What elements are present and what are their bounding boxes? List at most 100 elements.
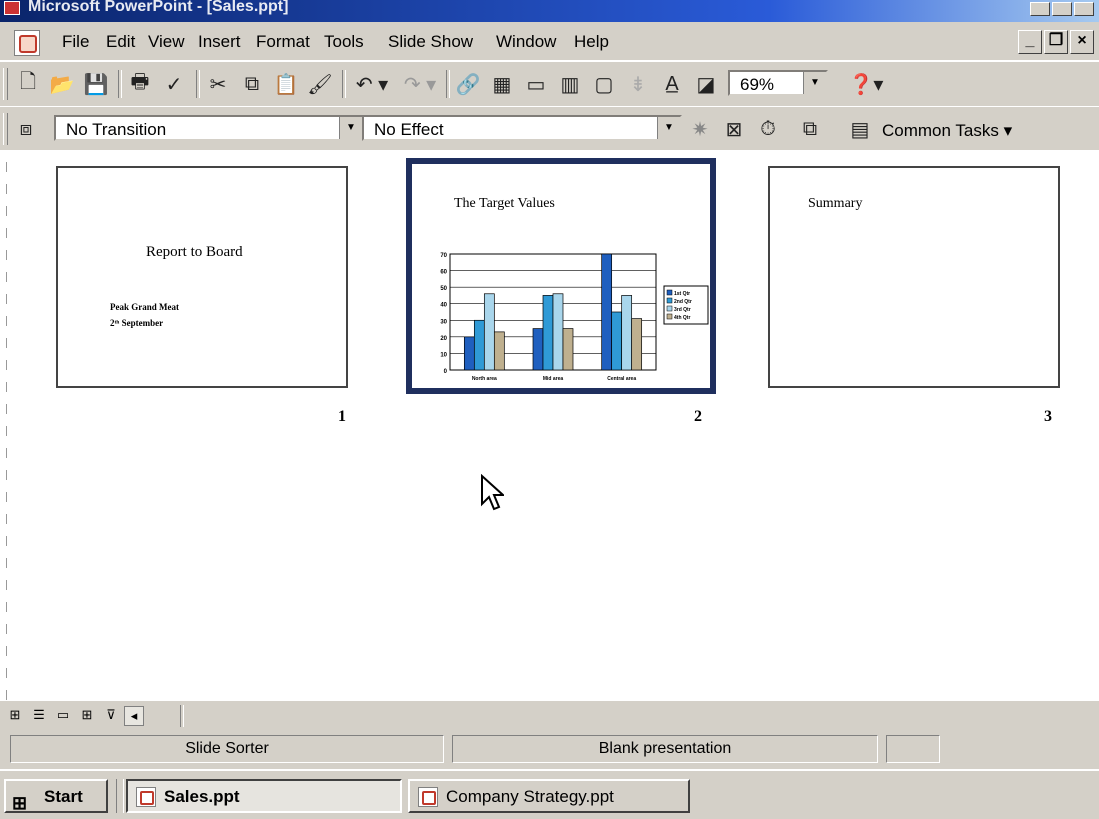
ruler-tick (6, 580, 10, 590)
menu-file[interactable]: File (62, 32, 89, 52)
new-icon[interactable]: 🗋 (14, 70, 42, 98)
grayscale-preview-icon[interactable]: ◪ (692, 70, 720, 98)
chart-y-tick-label: 30 (440, 319, 447, 325)
toolbar-grip[interactable] (3, 113, 8, 145)
target-values-chart: 0 10 20 30 40 50 60 70 North area Mid area Central… (440, 253, 709, 382)
rehearse-timings-icon[interactable]: ⏱ (754, 115, 782, 143)
doc-close-button[interactable]: × (1070, 30, 1094, 54)
summary-slide-icon[interactable]: ⧉ (796, 115, 824, 143)
copy-icon[interactable]: ⧉ (238, 70, 266, 98)
ruler-tick (6, 360, 10, 370)
ruler-tick (6, 184, 10, 194)
slide-transition-icon[interactable]: ⧈ (12, 115, 40, 143)
doc-minimize-button[interactable]: _ (1018, 30, 1042, 54)
menu-insert[interactable]: Insert (198, 32, 241, 52)
doc-restore-button[interactable]: ❐ (1044, 30, 1068, 54)
open-icon[interactable]: 📂 (48, 70, 76, 98)
cut-icon[interactable]: ✂ (204, 70, 232, 98)
slide-sorter-view-icon[interactable]: ⊞ (78, 706, 96, 724)
chart-bar (542, 295, 554, 371)
chart-y-tick-label: 0 (444, 369, 448, 375)
print-icon[interactable]: 🖶 (126, 70, 154, 98)
start-button[interactable]: ⊞ Start (4, 779, 108, 813)
insert-hyperlink-icon[interactable]: 🔗 (454, 70, 482, 98)
task-company-strategy-ppt[interactable]: Company Strategy.ppt (408, 779, 690, 813)
ruler-tick (6, 382, 10, 392)
expand-slide-icon[interactable]: ⇟ (624, 70, 652, 98)
chart-y-tick-label: 60 (440, 270, 447, 276)
task-company-strategy-label: Company Strategy.ppt (446, 787, 614, 806)
new-slide-icon[interactable]: ▢ (590, 70, 618, 98)
redo-icon[interactable]: ↷ ▾ (398, 70, 442, 98)
menu-view[interactable]: View (148, 32, 185, 52)
toolbar-separator (118, 70, 122, 98)
normal-view-icon[interactable]: ⊞ (6, 706, 24, 724)
effect-select[interactable]: No Effect ▼ (362, 115, 682, 141)
insert-chart-icon[interactable]: ▥ (556, 70, 584, 98)
document-control-icon[interactable] (14, 30, 40, 56)
ruler-tick (6, 646, 10, 656)
transition-dropdown-icon[interactable]: ▼ (339, 117, 362, 139)
powerpoint-doc-icon (418, 787, 438, 807)
slide-thumbnail-1[interactable]: Report to Board Peak Grand Meat 2ᵗʰ Sept… (56, 166, 348, 388)
mouse-cursor-icon (481, 474, 504, 511)
help-icon[interactable]: ❓▾ (846, 70, 886, 98)
save-icon[interactable]: 💾 (82, 70, 110, 98)
scrollbar-splitter[interactable] (180, 705, 184, 727)
status-bar: Slide Sorter Blank presentation (0, 731, 1099, 765)
slide-thumbnail-2[interactable]: The Target Values 0 10 20 30 40 50 60 70 North a… (406, 158, 716, 394)
show-formatting-icon[interactable]: A̲ (658, 70, 686, 98)
start-label: Start (44, 787, 83, 806)
common-tasks-icon[interactable]: ▤ (846, 115, 874, 143)
chart-bar (631, 318, 643, 371)
paste-icon[interactable]: 📋 (272, 70, 300, 98)
slide-view-icon[interactable]: ▭ (54, 706, 72, 724)
tables-borders-icon[interactable]: ▦ (488, 70, 516, 98)
minimize-button[interactable] (1030, 2, 1050, 16)
chart-bar (532, 328, 544, 371)
outline-view-icon[interactable]: ☰ (30, 706, 48, 724)
title-bar[interactable]: Microsoft PowerPoint - [Sales.ppt] (0, 0, 1099, 22)
undo-icon[interactable]: ↶ ▾ (350, 70, 394, 98)
maximize-button[interactable] (1052, 2, 1072, 16)
animation-preview-icon[interactable]: ✷ (686, 115, 714, 143)
menu-format[interactable]: Format (256, 32, 310, 52)
scroll-left-icon[interactable]: ◂ (124, 706, 144, 726)
chart-bar (621, 295, 633, 371)
ruler-tick (6, 514, 10, 524)
effect-dropdown-icon[interactable]: ▼ (657, 117, 680, 139)
slide-sorter-toolbar: ⧈ No Transition ▼ No Effect ▼ ✷ ⊠ ⏱ ⧉ ▤ … (0, 106, 1099, 152)
chart-x-tick-label: North area (472, 376, 497, 382)
chart-x-tick-label: Mid area (543, 376, 564, 382)
hide-slide-icon[interactable]: ⊠ (720, 115, 748, 143)
ruler-tick (6, 162, 10, 172)
chart-y-tick-label: 70 (440, 253, 447, 259)
insert-table-icon[interactable]: ▭ (522, 70, 550, 98)
menu-slide-show[interactable]: Slide Show (388, 32, 473, 52)
zoom-dropdown-icon[interactable]: ▼ (803, 72, 826, 94)
zoom-select[interactable]: 69% ▼ (728, 70, 828, 96)
powerpoint-app-icon[interactable] (4, 1, 20, 15)
task-sales-ppt[interactable]: Sales.ppt (126, 779, 402, 813)
chart-x-tick-label: Central area (607, 376, 636, 382)
slide-show-view-icon[interactable]: ⊽ (102, 706, 120, 724)
ruler-tick (6, 316, 10, 326)
windows-logo-icon: ⊞ (12, 793, 28, 813)
menu-window[interactable]: Window (496, 32, 556, 52)
effect-value: No Effect (374, 120, 444, 139)
toolbar-grip[interactable] (3, 68, 8, 100)
menu-edit[interactable]: Edit (106, 32, 135, 52)
menu-help[interactable]: Help (574, 32, 609, 52)
transition-value: No Transition (66, 120, 167, 139)
format-painter-icon[interactable]: 🖌 (306, 70, 334, 98)
status-spelling (886, 735, 940, 763)
toolbar-separator (342, 70, 346, 98)
common-tasks-label: Common Tasks (882, 121, 999, 140)
transition-select[interactable]: No Transition ▼ (54, 115, 364, 141)
menu-tools[interactable]: Tools (324, 32, 364, 52)
close-button[interactable] (1074, 2, 1094, 16)
common-tasks-button[interactable]: Common Tasks ▾ (882, 121, 1012, 141)
slide-thumbnail-3[interactable]: Summary (768, 166, 1060, 388)
spelling-icon[interactable]: ✓ (160, 70, 188, 98)
chart-bar (611, 311, 623, 371)
